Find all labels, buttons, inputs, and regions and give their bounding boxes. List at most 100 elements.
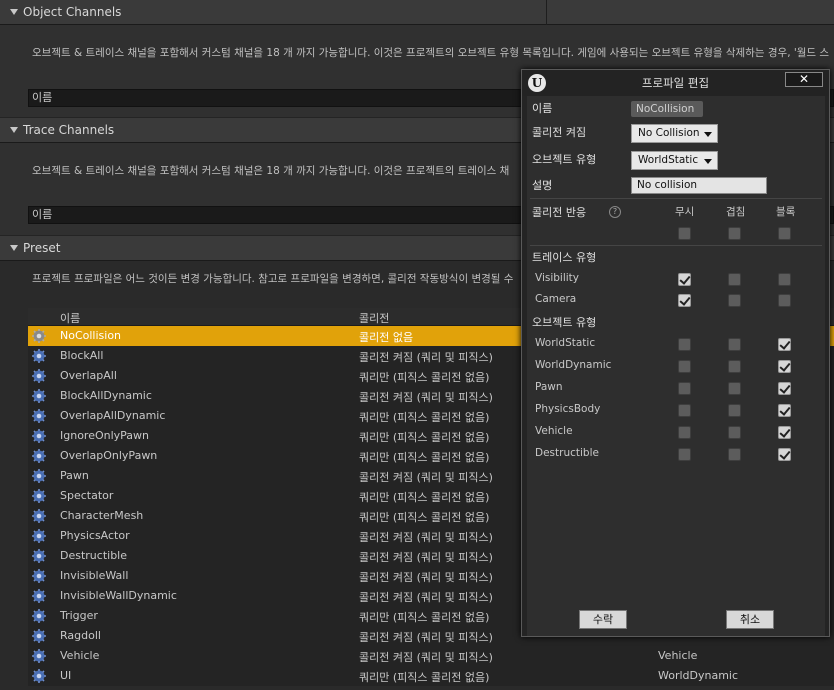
block-checkbox[interactable] — [778, 360, 791, 373]
channel-label: WorldDynamic — [535, 359, 612, 371]
row-collision: 콜리전 켜짐 (쿼리 및 피직스) — [359, 471, 493, 484]
profile-gear-icon — [32, 589, 46, 603]
block-checkbox[interactable] — [778, 448, 791, 461]
response-ignore-label: 무시 — [675, 206, 695, 218]
dialog-title-bar[interactable]: U 프로파일 편집 ✕ — [522, 70, 829, 96]
all-overlap-checkbox[interactable] — [728, 227, 741, 240]
table-row[interactable]: Vehicle 콜리전 켜짐 (쿼리 및 피직스) Vehicle — [28, 646, 834, 666]
row-name: UI — [60, 669, 72, 682]
collision-enabled-value: No Collision — [638, 127, 700, 139]
accept-button[interactable]: 수락 — [579, 610, 627, 629]
object-type-section-label: 오브젝트 유형 — [532, 316, 597, 329]
overlap-checkbox[interactable] — [728, 382, 741, 395]
profile-gear-icon — [32, 369, 46, 383]
profile-gear-icon — [32, 409, 46, 423]
overlap-checkbox[interactable] — [728, 294, 741, 307]
row-collision: 콜리전 켜짐 (쿼리 및 피직스) — [359, 351, 493, 364]
cancel-button[interactable]: 취소 — [726, 610, 774, 629]
object-type-dropdown[interactable]: WorldStatic — [631, 151, 718, 170]
row-name: BlockAllDynamic — [60, 389, 152, 402]
overlap-checkbox[interactable] — [728, 273, 741, 286]
profile-gear-icon — [32, 329, 46, 343]
profile-gear-icon — [32, 629, 46, 643]
row-object-type: WorldDynamic — [658, 669, 739, 682]
block-checkbox[interactable] — [778, 338, 791, 351]
description-input[interactable]: No collision — [631, 177, 767, 194]
ignore-checkbox[interactable] — [678, 404, 691, 417]
row-name: Trigger — [60, 609, 98, 622]
trace-channels-description: 오브젝트 & 트레이스 채널을 포함해서 커스텀 채널은 18 개 까지 가능합… — [32, 165, 510, 177]
overlap-checkbox[interactable] — [728, 360, 741, 373]
profile-gear-icon — [32, 449, 46, 463]
response-overlap-label: 겹침 — [726, 206, 746, 218]
overlap-checkbox[interactable] — [728, 448, 741, 461]
channel-label: Visibility — [535, 272, 580, 284]
channel-label: Camera — [535, 293, 577, 305]
help-icon[interactable]: ? — [609, 206, 621, 218]
column-name[interactable]: 이름 — [60, 310, 80, 326]
row-collision: 콜리전 켜짐 (쿼리 및 피직스) — [359, 551, 493, 564]
block-checkbox[interactable] — [778, 382, 791, 395]
row-collision: 콜리전 켜짐 (쿼리 및 피직스) — [359, 591, 493, 604]
collapse-arrow-icon[interactable] — [10, 9, 18, 15]
row-collision: 콜리전 켜짐 (쿼리 및 피직스) — [359, 391, 493, 404]
row-collision: 쿼리만 (피직스 콜리전 없음) — [359, 371, 490, 384]
row-collision: 쿼리만 (피직스 콜리전 없음) — [359, 671, 490, 684]
collapse-arrow-icon[interactable] — [10, 245, 18, 251]
name-label: 이름 — [532, 102, 553, 115]
collision-enabled-dropdown[interactable]: No Collision — [631, 124, 718, 143]
row-collision: 콜리전 켜짐 (쿼리 및 피직스) — [359, 531, 493, 544]
profile-gear-icon — [32, 469, 46, 483]
row-collision: 콜리전 켜짐 (쿼리 및 피직스) — [359, 571, 493, 584]
row-name: Pawn — [60, 469, 89, 482]
channel-label: Destructible — [535, 447, 599, 459]
row-name: PhysicsActor — [60, 529, 130, 542]
ignore-checkbox[interactable] — [678, 448, 691, 461]
close-button[interactable]: ✕ — [785, 72, 823, 87]
row-collision: 콜리전 켜짐 (쿼리 및 피직스) — [359, 651, 493, 664]
ignore-checkbox[interactable] — [678, 273, 691, 286]
channel-label: Pawn — [535, 381, 563, 393]
header-divider — [546, 0, 547, 25]
ignore-checkbox[interactable] — [678, 360, 691, 373]
channel-label: Vehicle — [535, 425, 573, 437]
profile-gear-icon — [32, 609, 46, 623]
block-checkbox[interactable] — [778, 294, 791, 307]
row-collision: 쿼리만 (피직스 콜리전 없음) — [359, 451, 490, 464]
dialog-title: 프로파일 편집 — [641, 76, 710, 90]
ignore-checkbox[interactable] — [678, 294, 691, 307]
overlap-checkbox[interactable] — [728, 426, 741, 439]
overlap-checkbox[interactable] — [728, 338, 741, 351]
profile-gear-icon — [32, 569, 46, 583]
all-ignore-checkbox[interactable] — [678, 227, 691, 240]
table-row[interactable]: UI 쿼리만 (피직스 콜리전 없음) WorldDynamic — [28, 666, 834, 686]
profile-gear-icon — [32, 649, 46, 663]
profile-gear-icon — [32, 489, 46, 503]
object-channels-header[interactable]: Object Channels — [0, 0, 834, 25]
collapse-arrow-icon[interactable] — [10, 127, 18, 133]
block-checkbox[interactable] — [778, 273, 791, 286]
trace-channels-title: Trace Channels — [23, 123, 115, 137]
profile-gear-icon — [32, 529, 46, 543]
collision-response-label: 콜리전 반응 — [532, 206, 587, 219]
profile-gear-icon — [32, 429, 46, 443]
name-value: NoCollision — [631, 101, 703, 117]
column-collision[interactable]: 콜리전 — [359, 310, 389, 326]
all-block-checkbox[interactable] — [778, 227, 791, 240]
overlap-checkbox[interactable] — [728, 404, 741, 417]
block-checkbox[interactable] — [778, 404, 791, 417]
ignore-checkbox[interactable] — [678, 338, 691, 351]
row-name: OverlapOnlyPawn — [60, 449, 158, 462]
row-name: NoCollision — [60, 329, 122, 342]
block-checkbox[interactable] — [778, 426, 791, 439]
divider — [530, 245, 822, 246]
row-collision: 콜리전 없음 — [359, 331, 414, 344]
ignore-checkbox[interactable] — [678, 382, 691, 395]
preset-description: 프로젝트 프로파일은 어느 것이든 변경 가능합니다. 참고로 프로파일을 변경… — [32, 273, 514, 285]
row-collision: 콜리전 켜짐 (쿼리 및 피직스) — [359, 631, 493, 644]
dropdown-arrow-icon — [704, 132, 712, 137]
object-channels-title: Object Channels — [23, 5, 122, 19]
profile-gear-icon — [32, 549, 46, 563]
row-object-type: Vehicle — [658, 649, 698, 662]
ignore-checkbox[interactable] — [678, 426, 691, 439]
